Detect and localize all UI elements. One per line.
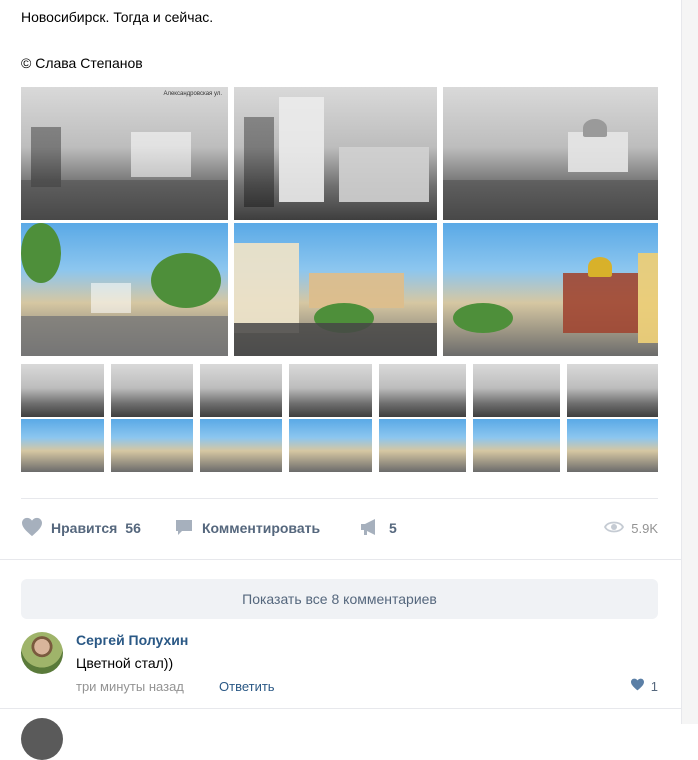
photo-small-9[interactable] [111, 419, 193, 472]
post-text: Новосибирск. Тогда и сейчас. [21, 9, 214, 25]
comment-author[interactable]: Сергей Полухин [76, 632, 188, 648]
photo-small-1[interactable] [21, 364, 104, 417]
photo-1[interactable]: Александровская ул. [21, 87, 228, 220]
photo-caption: Александровская ул. [163, 91, 222, 97]
photo-small-4[interactable] [289, 364, 372, 417]
like-button[interactable]: Нравится 56 [21, 516, 141, 540]
comment-like-button[interactable]: 1 [630, 678, 658, 694]
photo-6[interactable] [443, 223, 658, 356]
post-credit: © Слава Степанов [21, 55, 143, 71]
photo-5[interactable] [234, 223, 437, 356]
comment-time[interactable]: три минуты назад [76, 679, 184, 694]
next-comment-avatar[interactable] [21, 718, 63, 760]
photo-small-14[interactable] [567, 419, 658, 472]
share-button[interactable]: 5 [359, 516, 397, 540]
photo-small-6[interactable] [473, 364, 560, 417]
actions-divider [21, 498, 658, 499]
photo-small-7[interactable] [567, 364, 658, 417]
photo-small-12[interactable] [379, 419, 466, 472]
views-count: 5.9K [631, 520, 658, 536]
comment-button[interactable]: Комментировать [174, 516, 320, 540]
comment-text: Цветной стал)) [76, 655, 174, 671]
scrollbar[interactable] [681, 0, 698, 724]
show-all-comments-button[interactable]: Показать все 8 комментариев [21, 579, 658, 619]
like-count: 56 [125, 520, 141, 536]
photo-small-2[interactable] [111, 364, 193, 417]
views-counter: 5.9K [604, 516, 658, 540]
heart-icon [630, 678, 645, 694]
eye-icon [604, 520, 625, 537]
comment-reply-link[interactable]: Ответить [219, 679, 275, 694]
photo-3[interactable] [443, 87, 658, 220]
avatar[interactable] [21, 632, 63, 674]
photo-small-11[interactable] [289, 419, 372, 472]
comment-icon [174, 517, 194, 540]
photo-small-3[interactable] [200, 364, 282, 417]
next-divider [0, 708, 682, 709]
comment-label: Комментировать [202, 520, 321, 536]
megaphone-icon [359, 517, 381, 540]
photo-small-5[interactable] [379, 364, 466, 417]
comments-divider [0, 559, 682, 560]
photo-small-13[interactable] [473, 419, 560, 472]
photo-small-10[interactable] [200, 419, 282, 472]
photo-4[interactable] [21, 223, 228, 356]
like-label: Нравится [51, 520, 118, 536]
comment-like-count: 1 [650, 678, 658, 694]
heart-icon [21, 517, 43, 540]
photo-2[interactable] [234, 87, 437, 220]
photo-small-8[interactable] [21, 419, 104, 472]
share-count: 5 [389, 520, 397, 536]
